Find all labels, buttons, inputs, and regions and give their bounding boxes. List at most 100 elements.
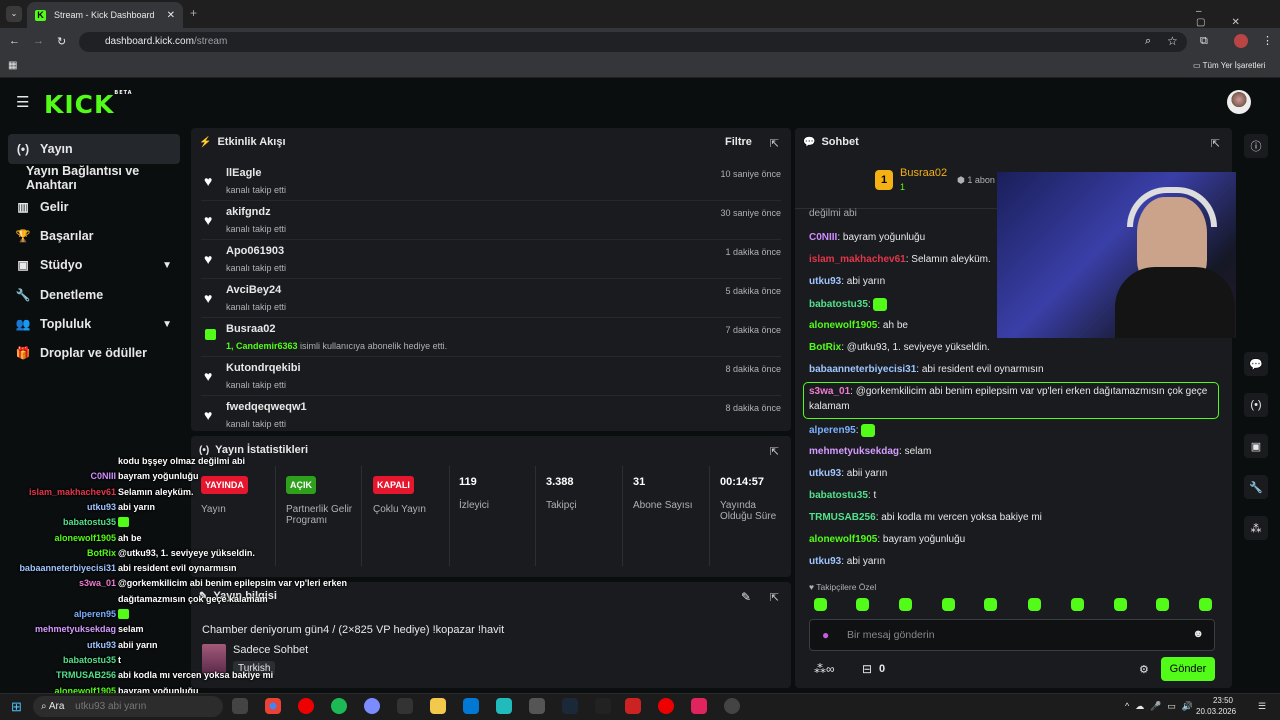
taskbar-search[interactable]: ⌕ Ara utku93 abi yarın bbox=[33, 696, 223, 717]
leaderboard-user[interactable]: Busraa02 bbox=[900, 167, 947, 179]
wrench-icon[interactable]: 🔧 bbox=[1244, 475, 1268, 499]
popout-icon[interactable]: ⇱ bbox=[770, 137, 779, 150]
chat-input[interactable]: ● Bir mesaj gönderin ☻ bbox=[809, 619, 1215, 651]
forward-icon[interactable]: → bbox=[33, 35, 44, 47]
emote-icon[interactable] bbox=[1071, 598, 1084, 611]
clock-time[interactable]: 23:50 bbox=[1203, 696, 1233, 705]
apps-icon[interactable]: ⁂ bbox=[1244, 516, 1268, 540]
user-avatar[interactable] bbox=[1227, 90, 1251, 114]
chat-username[interactable]: C0NIII bbox=[809, 232, 837, 243]
event-user[interactable]: Busraa02 bbox=[226, 323, 276, 335]
profile-icon[interactable] bbox=[1234, 34, 1248, 48]
chat-icon[interactable]: 💬 bbox=[1244, 352, 1268, 376]
menu-dots-icon[interactable]: ⋮ bbox=[1262, 34, 1273, 47]
filter-button[interactable]: Filtre bbox=[725, 136, 752, 148]
edit-pencil-icon[interactable]: ✎ bbox=[741, 590, 751, 604]
chat-username[interactable]: alperen95 bbox=[809, 425, 856, 436]
windows-start-icon[interactable]: ⊞ bbox=[11, 699, 22, 715]
chat-username[interactable]: TRMUSAB256 bbox=[809, 512, 876, 523]
chat-username[interactable]: mehmetyuksekdag bbox=[809, 446, 899, 457]
event-user[interactable]: Apo061903 bbox=[226, 245, 284, 257]
emote-icon[interactable] bbox=[1114, 598, 1127, 611]
bookmark-star-icon[interactable]: ☆ bbox=[1167, 34, 1178, 48]
chat-username[interactable]: utku93 bbox=[809, 468, 841, 479]
tab-close-icon[interactable]: ✕ bbox=[167, 10, 175, 21]
all-bookmarks[interactable]: ▭ Tüm Yer İşaretleri bbox=[1193, 61, 1265, 70]
chat-username[interactable]: alonewolf1905 bbox=[809, 320, 877, 331]
kick-logo[interactable]: KICKBETA bbox=[44, 90, 133, 119]
zoom-icon[interactable]: ⌕ bbox=[1145, 35, 1151, 48]
chat-username[interactable]: utku93 bbox=[809, 556, 841, 567]
emote-icon[interactable] bbox=[1156, 598, 1169, 611]
opera-icon[interactable] bbox=[298, 698, 314, 714]
chat-username[interactable]: babatostu35 bbox=[809, 490, 868, 501]
window-controls[interactable]: –▢✕ bbox=[1196, 6, 1280, 28]
spotify-icon[interactable] bbox=[331, 698, 347, 714]
new-tab-button[interactable]: + bbox=[190, 6, 197, 20]
apps-grid-icon[interactable]: ▦ bbox=[8, 60, 17, 71]
emote-icon[interactable] bbox=[1199, 598, 1212, 611]
calculator-icon[interactable] bbox=[529, 698, 545, 714]
sidebar-item-droplar[interactable]: 🎁 Droplar ve ödüller bbox=[8, 338, 180, 368]
chat-username[interactable]: utku93 bbox=[809, 276, 841, 287]
chat-username[interactable]: babaanneterbiyecisi31 bbox=[809, 364, 916, 375]
broadcast-icon[interactable]: (•) bbox=[1244, 393, 1268, 417]
sidebar-item-studyo[interactable]: ▣ Stüdyo ▼ bbox=[8, 250, 180, 280]
gift-recipient[interactable]: 1, Candemir6363 bbox=[226, 341, 298, 351]
epic-games-icon[interactable] bbox=[595, 698, 611, 714]
extensions-icon[interactable]: ⧉ bbox=[1200, 35, 1208, 48]
sidebar-item-yayin-baglantisi[interactable]: Yayın Bağlantısı ve Anahtarı bbox=[8, 163, 180, 193]
clock-date[interactable]: 20.03.2026 bbox=[1196, 707, 1236, 716]
sidebar-item-basarilar[interactable]: 🏆 Başarılar bbox=[8, 221, 180, 251]
sidebar-item-gelir[interactable]: ▥ Gelir bbox=[8, 192, 180, 222]
microphone-icon[interactable]: ● bbox=[822, 628, 829, 642]
capcut-icon[interactable] bbox=[397, 698, 413, 714]
channel-points-icon[interactable]: ⁂∞ bbox=[814, 662, 835, 676]
studio-icon[interactable]: ▣ bbox=[1244, 434, 1268, 458]
event-user[interactable]: AvciBey24 bbox=[226, 284, 281, 296]
emote-icon[interactable] bbox=[856, 598, 869, 611]
app-icon[interactable] bbox=[364, 698, 380, 714]
emote-icon[interactable] bbox=[984, 598, 997, 611]
obs-icon[interactable] bbox=[724, 698, 740, 714]
emote-icon[interactable] bbox=[814, 598, 827, 611]
event-user[interactable]: llEagle bbox=[226, 167, 261, 179]
emoji-icon[interactable]: ☻ bbox=[1192, 628, 1204, 640]
emote-icon[interactable] bbox=[1028, 598, 1041, 611]
app-icon[interactable] bbox=[496, 698, 512, 714]
back-icon[interactable]: ← bbox=[9, 35, 20, 47]
chat-username[interactable]: alonewolf1905 bbox=[809, 534, 877, 545]
event-user[interactable]: Kutondrqekibi bbox=[226, 362, 301, 374]
sidebar-item-topluluk[interactable]: 👥 Topluluk ▼ bbox=[8, 309, 180, 339]
event-user[interactable]: fwedqeqweqw1 bbox=[226, 401, 307, 413]
mail-icon[interactable] bbox=[463, 698, 479, 714]
tab-list-button[interactable]: ⌄ bbox=[6, 6, 22, 22]
chat-username[interactable]: islam_makhachev61 bbox=[809, 254, 906, 265]
info-icon[interactable]: ⓘ bbox=[1244, 134, 1268, 158]
settings-gear-icon[interactable]: ⚙ bbox=[1139, 663, 1149, 676]
task-view-icon[interactable] bbox=[232, 698, 248, 714]
sidebar-item-yayin[interactable]: (•) Yayın bbox=[8, 134, 180, 164]
event-user[interactable]: akifgndz bbox=[226, 206, 271, 218]
browser-tab[interactable]: K Stream - Kick Dashboard ✕ bbox=[27, 2, 183, 28]
sidebar-item-denetleme[interactable]: 🔧 Denetleme bbox=[8, 280, 180, 310]
chat-username[interactable]: babatostu35 bbox=[809, 299, 868, 310]
popout-icon[interactable]: ⇱ bbox=[770, 445, 779, 458]
popout-icon[interactable]: ⇱ bbox=[1211, 137, 1220, 150]
url-field[interactable]: dashboard.kick.com/stream bbox=[79, 32, 1187, 52]
gift-box-icon[interactable]: ⊟ bbox=[862, 662, 872, 676]
chat-username[interactable]: BotRix bbox=[809, 342, 841, 353]
opera-gx-icon[interactable] bbox=[658, 698, 674, 714]
steam-icon[interactable] bbox=[562, 698, 578, 714]
hamburger-menu-icon[interactable]: ☰ bbox=[16, 93, 29, 111]
emote-icon[interactable] bbox=[899, 598, 912, 611]
notifications-icon[interactable]: ☰ bbox=[1258, 701, 1266, 712]
valorant-icon[interactable] bbox=[691, 698, 707, 714]
riot-icon[interactable] bbox=[625, 698, 641, 714]
reload-icon[interactable]: ↻ bbox=[57, 35, 66, 48]
file-explorer-icon[interactable] bbox=[430, 698, 446, 714]
send-button[interactable]: Gönder bbox=[1161, 657, 1215, 681]
chrome-icon[interactable] bbox=[265, 698, 281, 714]
popout-icon[interactable]: ⇱ bbox=[770, 591, 779, 604]
emote-icon[interactable] bbox=[942, 598, 955, 611]
